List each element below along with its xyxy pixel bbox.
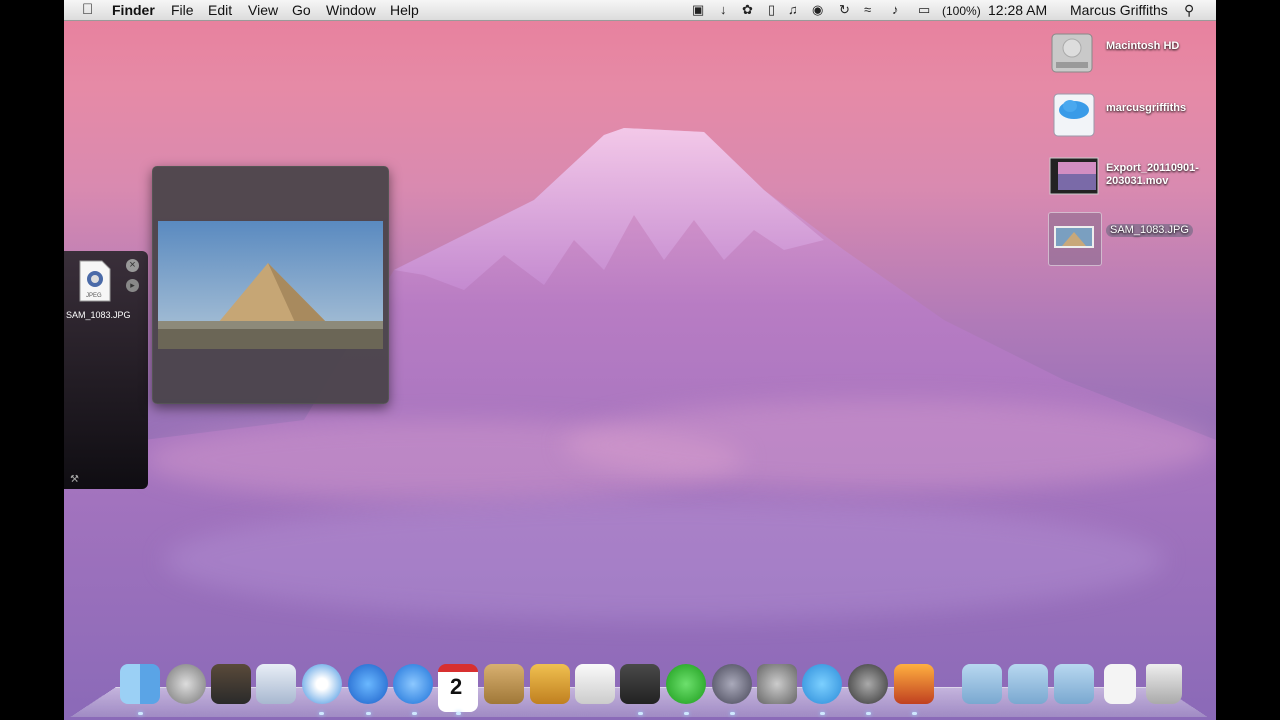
dock-trash-icon[interactable]	[1146, 664, 1182, 704]
running-indicator	[138, 712, 143, 715]
user-menu[interactable]: Marcus Griffiths	[1070, 1, 1168, 19]
quicklook-preview	[152, 166, 389, 404]
running-indicator	[412, 712, 417, 715]
dock-app-store-icon[interactable]	[393, 664, 433, 704]
pyramid-photo	[158, 221, 383, 349]
dock-system-preferences-icon[interactable]	[757, 664, 797, 704]
calendar-date: 2	[450, 674, 463, 699]
dock-address-book-icon[interactable]	[484, 664, 524, 704]
dock-twitter-icon[interactable]	[802, 664, 842, 704]
download-status-icon[interactable]: ↓	[720, 2, 727, 18]
quicklook-toggle-icon[interactable]: ▸	[126, 279, 139, 292]
dock-utorrent-icon[interactable]	[666, 664, 706, 704]
music-icon[interactable]: ♫	[788, 2, 798, 18]
clock[interactable]: 12:28 AM	[988, 1, 1047, 19]
dock-textedit-icon[interactable]	[575, 664, 615, 704]
running-indicator	[366, 712, 371, 715]
dock-iphoto-icon[interactable]	[530, 664, 570, 704]
dock-mail-icon[interactable]	[256, 664, 296, 704]
dock-image-capture-icon[interactable]	[894, 664, 934, 704]
volume-icon[interactable]: ♪	[892, 2, 899, 18]
menu-help[interactable]: Help	[390, 1, 419, 19]
battery-icon[interactable]: ▭	[918, 2, 930, 18]
running-indicator	[866, 712, 871, 715]
desktop-icon-label: Macintosh HD	[1106, 40, 1180, 52]
desktop:  Finder File Edit View Go Window Help ▣…	[64, 0, 1216, 720]
dock-launchpad-icon[interactable]	[166, 664, 206, 704]
desktop-icon-label: SAM_1083.JPG	[1106, 224, 1193, 237]
close-icon[interactable]: ×	[126, 259, 139, 272]
menu-edit[interactable]: Edit	[208, 1, 232, 19]
desktop-icon-export-mov[interactable]: Export_20110901-203031.mov	[1048, 152, 1208, 212]
menu-file[interactable]: File	[171, 1, 194, 19]
running-indicator	[638, 712, 643, 715]
dock-safari-icon[interactable]	[302, 664, 342, 704]
desktop-icon-label: Export_20110901-203031.mov	[1106, 162, 1199, 187]
stack-file-label[interactable]: SAM_1083.JPG	[66, 310, 131, 320]
cloud	[164, 500, 1164, 620]
dock-finder-icon[interactable]	[120, 664, 160, 704]
desktop-icon-macintosh-hd[interactable]: Macintosh HD	[1048, 28, 1208, 88]
dock-downloads-folder-icon[interactable]	[1054, 664, 1094, 704]
apple-icon[interactable]: 	[82, 1, 93, 19]
dock-ical-icon[interactable]: 2	[438, 664, 478, 712]
dock-itunes-icon[interactable]	[348, 664, 388, 704]
menu-bar:  Finder File Edit View Go Window Help ▣…	[64, 0, 1216, 21]
jpeg-file-icon	[1054, 226, 1094, 248]
dock-dashboard-icon[interactable]	[211, 664, 251, 704]
file-badge: JPEG	[86, 293, 102, 299]
growl-icon[interactable]: ✿	[742, 2, 753, 18]
wifi-icon[interactable]: ≈	[864, 2, 871, 18]
desktop-icon-label: marcusgriffiths	[1106, 102, 1187, 114]
running-indicator	[730, 712, 735, 715]
running-indicator	[456, 712, 461, 715]
spotlight-search-icon[interactable]: ⚲	[1184, 2, 1194, 18]
dock-front-row-icon[interactable]	[848, 664, 888, 704]
running-indicator	[912, 712, 917, 715]
desktop-icon-marcusgriffiths[interactable]: marcusgriffiths	[1048, 90, 1208, 150]
desktop-icon-sam-jpg[interactable]: SAM_1083.JPG	[1048, 212, 1208, 272]
running-indicator	[319, 712, 324, 715]
hard-drive-icon	[1051, 33, 1093, 73]
movie-file-icon	[1049, 157, 1099, 195]
menu-app-finder[interactable]: Finder	[112, 1, 155, 19]
running-indicator	[684, 712, 689, 715]
disk-icon[interactable]: ◉	[812, 2, 823, 18]
phone-icon[interactable]: ▯	[768, 2, 775, 18]
sync-icon[interactable]: ↻	[839, 2, 850, 18]
dock-jpeg-file-icon[interactable]	[1104, 664, 1136, 704]
battery-percent[interactable]: (100%)	[942, 2, 981, 20]
menu-go[interactable]: Go	[292, 1, 311, 19]
dock-applications-folder-icon[interactable]	[962, 664, 1002, 704]
dock-steam-icon[interactable]	[620, 664, 660, 704]
cloud-drive-icon	[1053, 93, 1095, 137]
dock-stack-window: JPEG SAM_1083.JPG × ▸ ⚒	[64, 251, 148, 489]
menu-view[interactable]: View	[248, 1, 278, 19]
tools-icon[interactable]: ⚒	[70, 474, 79, 485]
dock-xcode-icon[interactable]	[712, 664, 752, 704]
running-indicator	[820, 712, 825, 715]
cloud	[564, 400, 1214, 490]
dock-documents-folder-icon[interactable]	[1008, 664, 1048, 704]
menu-window[interactable]: Window	[326, 1, 376, 19]
save-status-icon[interactable]: ▣	[692, 2, 704, 18]
